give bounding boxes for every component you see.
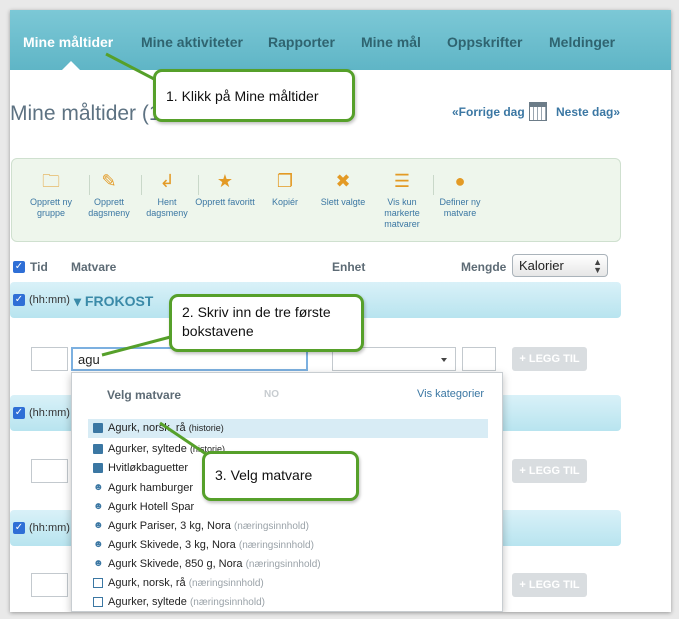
- meal-name-text: FROKOST: [84, 293, 154, 309]
- suggestion-note: (næringsinnhold): [238, 540, 314, 551]
- tool-label: Kopiér: [271, 197, 298, 207]
- tool-label: Vis kun markerte matvarer: [384, 197, 420, 229]
- updown-arrows-icon: ▲ ▼: [593, 257, 602, 275]
- document-icon: [93, 597, 103, 607]
- page-title: Mine måltider (1: [10, 102, 161, 125]
- suggestion-name: Agurker, syltede: [108, 443, 187, 455]
- calendar-icon[interactable]: [529, 102, 547, 121]
- add-button[interactable]: + LEGG TIL: [512, 459, 587, 483]
- apple-icon: ●: [454, 171, 466, 191]
- tool-label: Opprett dagsmeny: [88, 197, 130, 218]
- import-icon: ↲: [159, 171, 175, 191]
- measure-select-value: Kalorier: [519, 258, 564, 273]
- suggestion-item[interactable]: Agurk, norsk, rå (næringsinnhold): [88, 574, 488, 593]
- suggestion-item[interactable]: ☻ Agurk Skivede, 850 g, Nora (næringsinnh…: [88, 555, 488, 574]
- select-all-checkbox[interactable]: ✓: [13, 261, 25, 273]
- meal-name: ▾ FROKOST: [74, 293, 154, 309]
- callout-step-3: 3. Velg matvare: [202, 451, 359, 501]
- tool-label: Slett valgte: [320, 197, 366, 207]
- user-icon: ☻: [93, 539, 104, 550]
- user-icon: ☻: [93, 558, 104, 569]
- user-icon: ☻: [93, 482, 104, 493]
- callout-step-2: 2. Skriv inn de tre første bokstavene: [169, 294, 364, 352]
- suggestion-item[interactable]: Agurker, syltede (næringsinnhold): [88, 593, 488, 612]
- user-icon: ☻: [93, 501, 104, 512]
- suggestion-name: Agurk Skivede, 3 kg, Nora: [108, 539, 236, 551]
- define-food-button[interactable]: ● Definer ny matvare: [429, 171, 491, 219]
- time-input[interactable]: [31, 459, 68, 483]
- nav-mine-maltider[interactable]: Mine måltider: [23, 34, 113, 50]
- active-tab-indicator: [62, 61, 80, 70]
- suggestion-note: (næringsinnhold): [188, 578, 264, 589]
- nav-mine-aktiviteter[interactable]: Mine aktiviteter: [141, 34, 243, 50]
- add-button[interactable]: + LEGG TIL: [512, 573, 587, 597]
- col-amount: Mengde: [461, 260, 507, 274]
- col-time: Tid: [30, 260, 48, 274]
- meal-time[interactable]: (hh:mm): [29, 522, 70, 534]
- suggestion-item[interactable]: ☻ Agurk Skivede, 3 kg, Nora (næringsinnho…: [88, 536, 488, 555]
- action-toolbar: 🗀 Opprett ny gruppe ✎ Opprett dagsmeny ↲…: [11, 158, 621, 242]
- suggestion-name: Agurk Skivede, 850 g, Nora: [108, 558, 243, 570]
- top-nav: Mine måltider Mine aktiviteter Rapporter…: [10, 10, 671, 70]
- nav-mine-mal[interactable]: Mine mål: [361, 34, 421, 50]
- suggestion-name: Agurk, norsk, rå: [108, 577, 186, 589]
- time-input[interactable]: [31, 573, 68, 597]
- callout-step-1: 1. Klikk på Mine måltider: [153, 69, 355, 122]
- suggestion-name: Agurk hamburger: [108, 482, 193, 494]
- delete-selected-button[interactable]: ✖ Slett valgte: [312, 171, 374, 208]
- meal-checkbox[interactable]: ✓: [13, 522, 25, 534]
- create-favorite-button[interactable]: ★ Opprett favoritt: [194, 171, 256, 208]
- copy-icon: ❐: [276, 171, 294, 191]
- suggestion-item[interactable]: Agurk, norsk, rå (historie): [88, 419, 488, 438]
- amount-input[interactable]: [462, 347, 496, 371]
- app-window: Mine måltider Mine aktiviteter Rapporter…: [10, 10, 671, 612]
- meal-checkbox[interactable]: ✓: [13, 294, 25, 306]
- create-daymenu-button[interactable]: ✎ Opprett dagsmeny: [78, 171, 140, 219]
- meal-time[interactable]: (hh:mm): [29, 294, 70, 306]
- user-icon: ☻: [93, 520, 104, 531]
- fetch-daymenu-button[interactable]: ↲ Hent dagsmeny: [136, 171, 198, 219]
- list-icon: ☰: [393, 171, 411, 191]
- star-add-icon: ★: [216, 171, 234, 191]
- suggestion-name: Agurk Pariser, 3 kg, Nora: [108, 520, 231, 532]
- tool-label: Opprett favoritt: [195, 197, 255, 207]
- book-icon: [93, 423, 103, 433]
- edit-icon: ✎: [101, 171, 117, 191]
- tool-label: Hent dagsmeny: [146, 197, 188, 218]
- folder-add-icon: 🗀: [42, 171, 60, 191]
- tool-label: Opprett ny gruppe: [29, 197, 73, 218]
- prev-day-link[interactable]: «Forrige dag: [452, 105, 525, 119]
- meal-checkbox[interactable]: ✓: [13, 407, 25, 419]
- suggestion-name: Agurker, syltede: [108, 596, 187, 608]
- meal-time[interactable]: (hh:mm): [29, 407, 70, 419]
- suggestion-note: (næringsinnhold): [189, 597, 265, 608]
- show-marked-button[interactable]: ☰ Vis kun markerte matvarer: [371, 171, 433, 230]
- nav-rapporter[interactable]: Rapporter: [268, 34, 335, 50]
- next-day-link[interactable]: Neste dag»: [556, 105, 620, 119]
- document-icon: [93, 578, 103, 588]
- book-icon: [93, 463, 103, 473]
- show-categories-link[interactable]: Vis kategorier: [417, 388, 484, 400]
- suggestion-note: (næringsinnhold): [233, 521, 309, 532]
- suggestion-note: (næringsinnhold): [245, 559, 321, 570]
- language-tag: NO: [264, 389, 279, 400]
- col-food: Matvare: [71, 260, 117, 274]
- add-button[interactable]: + LEGG TIL: [512, 347, 587, 371]
- time-input[interactable]: [31, 347, 68, 371]
- book-icon: [93, 444, 103, 454]
- suggestion-name: Agurk, norsk, rå: [108, 422, 186, 434]
- suggestion-name: Hvitløkbaguetter: [108, 462, 189, 474]
- create-group-button[interactable]: 🗀 Opprett ny gruppe: [20, 171, 82, 219]
- nav-meldinger[interactable]: Meldinger: [549, 34, 615, 50]
- suggestion-note: (historie): [188, 423, 224, 433]
- tool-label: Definer ny matvare: [439, 197, 481, 218]
- suggestion-item[interactable]: ☻ Agurk Pariser, 3 kg, Nora (næringsinnho…: [88, 517, 488, 536]
- suggestion-name: Agurk Hotell Spar: [108, 501, 195, 513]
- measure-select[interactable]: Kalorier ▲ ▼: [512, 254, 608, 277]
- dropdown-header: Velg matvare: [107, 388, 182, 402]
- col-unit: Enhet: [332, 260, 366, 274]
- delete-icon: ✖: [335, 171, 351, 191]
- nav-oppskrifter[interactable]: Oppskrifter: [447, 34, 522, 50]
- copy-button[interactable]: ❐ Kopiér: [254, 171, 316, 208]
